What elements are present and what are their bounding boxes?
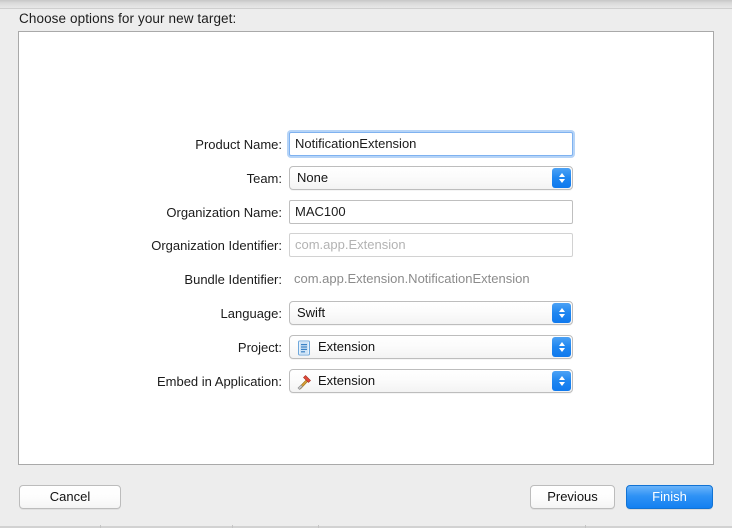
form-row-label-container: Product Name: <box>19 132 282 158</box>
form-row-label-container: Organization Identifier: <box>19 233 282 259</box>
popup-button[interactable]: Extension <box>289 368 573 393</box>
chevron-updown-icon[interactable] <box>552 303 571 323</box>
form-row: Team: None <box>19 165 715 192</box>
chevron-up-icon <box>558 172 565 177</box>
new-target-options-sheet: Choose options for your new target: Prod… <box>0 0 732 528</box>
form-row-label-container: Organization Name: <box>19 200 282 226</box>
popup-button[interactable]: Extension <box>289 334 573 359</box>
chevron-down-icon <box>558 314 565 318</box>
text-input[interactable]: com.app.Extension <box>289 233 573 258</box>
form-row-control: MAC100 <box>289 199 573 224</box>
form-row-control: Extension <box>289 368 573 393</box>
form-row-label-container: Team: <box>19 166 282 192</box>
text-input[interactable]: NotificationExtension <box>289 132 573 156</box>
text-input[interactable]: MAC100 <box>289 199 573 224</box>
chevron-updown-icon[interactable] <box>552 336 571 357</box>
form-row-control: Extension <box>289 334 573 359</box>
chevron-up-icon <box>558 308 565 312</box>
form-row: Product Name: NotificationExtension <box>19 132 715 158</box>
form-row-label-container: Project: <box>19 335 282 361</box>
popup-button[interactable]: Swift <box>289 301 573 325</box>
options-panel: Product Name: NotificationExtension Team: N… <box>18 31 714 465</box>
window-top-chrome <box>0 0 732 9</box>
form-row: Organization Name: MAC100 <box>19 199 715 226</box>
form-row-label: Embed in Application: <box>156 373 282 389</box>
xcode-target-hammer-icon <box>296 374 312 390</box>
form-row-label: Team: <box>246 170 282 186</box>
form-row-label: Organization Identifier: <box>151 238 282 254</box>
static-value-text: com.app.Extension.NotificationExtension <box>294 271 530 287</box>
chevron-down-icon <box>558 381 565 386</box>
form-row: Organization Identifier: com.app.Extensio… <box>19 233 715 259</box>
form-row: Project: Extension <box>19 334 715 361</box>
form-row-label-container: Bundle Identifier: <box>19 267 282 293</box>
chevron-down-icon <box>558 178 565 183</box>
previous-button[interactable]: Previous <box>530 485 615 509</box>
form-row: Language: Swift <box>19 301 715 327</box>
form-row: Embed in Application: Extension <box>19 368 715 395</box>
chevron-up-icon <box>558 375 565 380</box>
popup-button-label: Swift <box>297 305 326 320</box>
chevron-updown-icon[interactable] <box>552 370 571 391</box>
form-row-control: com.app.Extension.NotificationExtension <box>289 267 530 291</box>
form-row-control: com.app.Extension <box>289 233 573 258</box>
form-row-control: None <box>289 165 573 190</box>
popup-button-label: None <box>297 169 329 185</box>
form-row-label-container: Language: <box>19 301 282 327</box>
popup-button-label: Extension <box>318 372 376 388</box>
chevron-up-icon <box>558 341 565 346</box>
form-row-control: NotificationExtension <box>289 132 573 156</box>
chevron-updown-icon[interactable] <box>552 167 571 188</box>
chevron-down-icon <box>558 347 565 352</box>
form-row-label: Language: <box>220 306 282 321</box>
form-row-control: Swift <box>289 301 573 325</box>
popup-button-label: Extension <box>318 338 376 354</box>
page-title: Choose options for your new target: <box>19 11 237 26</box>
form-row-label: Organization Name: <box>166 204 282 220</box>
xcode-project-document-icon <box>296 340 312 356</box>
cancel-button[interactable]: Cancel <box>19 485 121 509</box>
form-row-label-container: Embed in Application: <box>19 369 282 395</box>
form-row-label: Bundle Identifier: <box>184 272 282 288</box>
form-row-label: Product Name: <box>195 137 282 152</box>
form-row-label: Project: <box>237 339 282 355</box>
finish-button[interactable]: Finish <box>626 485 713 509</box>
popup-button[interactable]: None <box>289 165 573 190</box>
form-row: Bundle Identifier: com.app.Extension.Noti… <box>19 267 715 293</box>
